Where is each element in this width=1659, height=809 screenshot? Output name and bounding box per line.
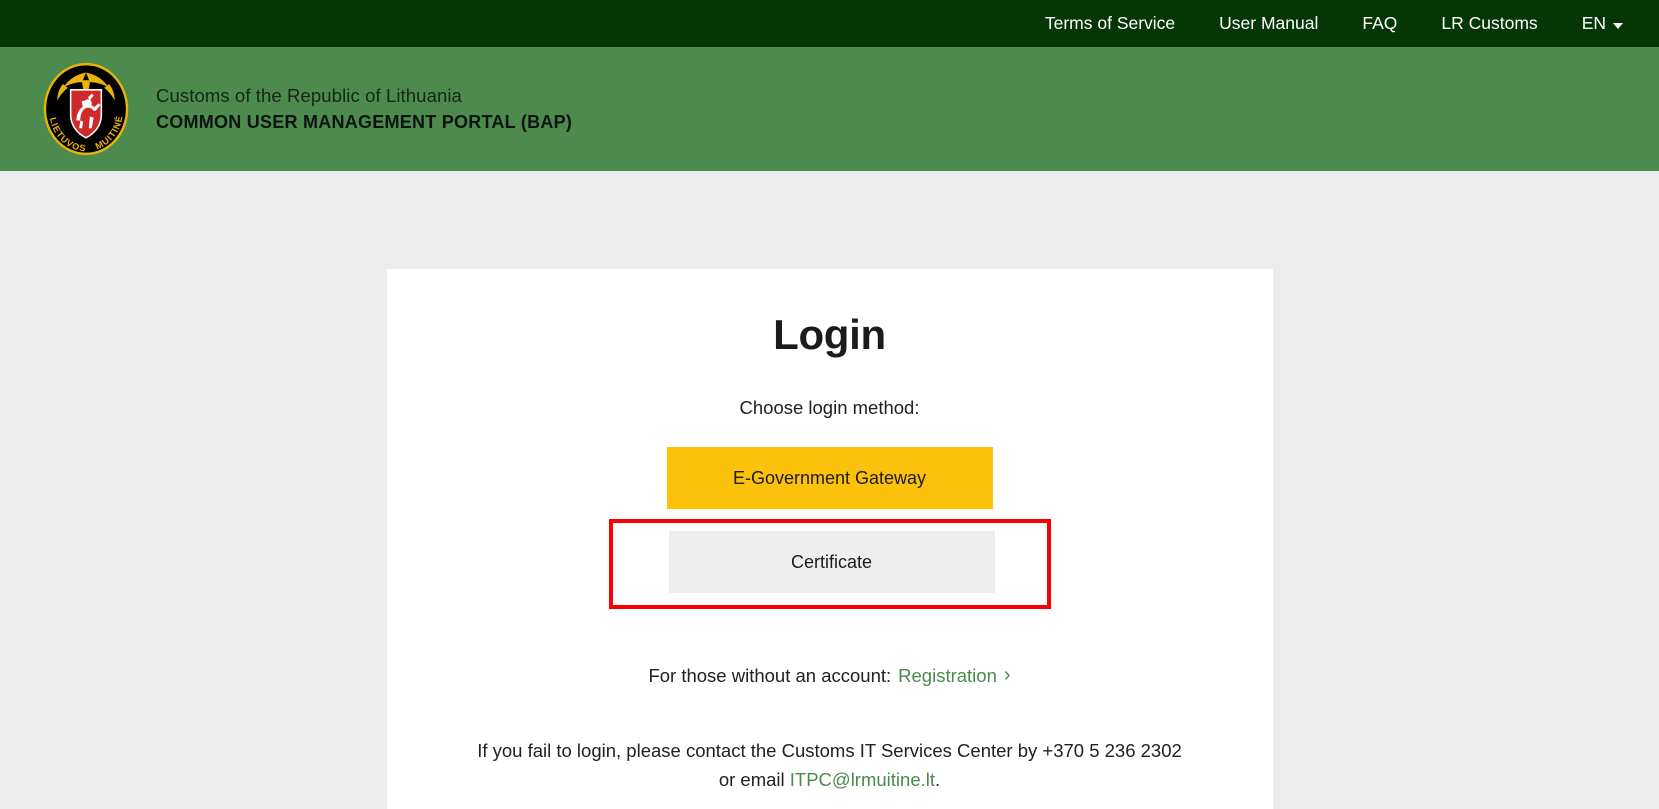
support-line-2-prefix: or email — [718, 768, 790, 790]
registration-line: For those without an account: Registrati… — [648, 665, 1010, 687]
login-methods: E-Government Gateway Certificate — [461, 447, 1199, 609]
registration-link[interactable]: Registration — [898, 665, 997, 687]
chevron-right-icon: › — [1003, 664, 1011, 686]
choose-login-method-label: Choose login method: — [739, 397, 920, 418]
login-card: Login Choose login method: E-Government … — [386, 269, 1273, 809]
nav-link-lr-customs[interactable]: LR Customs — [1419, 7, 1559, 40]
organisation-name: Customs of the Republic of Lithuania — [156, 85, 462, 106]
language-selector-label: EN — [1581, 13, 1606, 33]
support-email-link[interactable]: ITPC@lrmuitine.lt — [790, 769, 935, 790]
support-contact-block: If you fail to login, please contact the… — [477, 737, 1182, 794]
top-utility-bar: Terms of Service User Manual FAQ LR Cust… — [0, 0, 1659, 47]
nav-link-terms-of-service[interactable]: Terms of Service — [1023, 7, 1197, 40]
e-government-gateway-button[interactable]: E-Government Gateway — [666, 447, 993, 509]
portal-name: COMMON USER MANAGEMENT PORTAL (BAP) — [156, 112, 573, 132]
lithuanian-customs-seal-logo: LIETUVOS MUITINĖ — [38, 61, 134, 157]
support-line-2-suffix: . — [935, 768, 941, 790]
brand-text-block: Customs of the Republic of Lithuania COM… — [156, 85, 572, 133]
certificate-highlight-box: Certificate — [608, 519, 1051, 609]
registration-prefix-label: For those without an account: — [648, 665, 892, 686]
nav-link-faq[interactable]: FAQ — [1340, 7, 1419, 40]
brand-header: LIETUVOS MUITINĖ Customs of the Republic… — [0, 47, 1659, 171]
nav-link-user-manual[interactable]: User Manual — [1197, 7, 1340, 40]
language-selector[interactable]: EN — [1560, 7, 1637, 40]
certificate-button[interactable]: Certificate — [668, 531, 995, 593]
support-line-1: If you fail to login, please contact the… — [477, 740, 1182, 761]
chevron-down-icon — [1613, 22, 1623, 29]
page-content: Login Choose login method: E-Government … — [0, 171, 1659, 809]
page-title: Login — [773, 311, 886, 358]
top-navigation: Terms of Service User Manual FAQ LR Cust… — [1023, 7, 1637, 40]
